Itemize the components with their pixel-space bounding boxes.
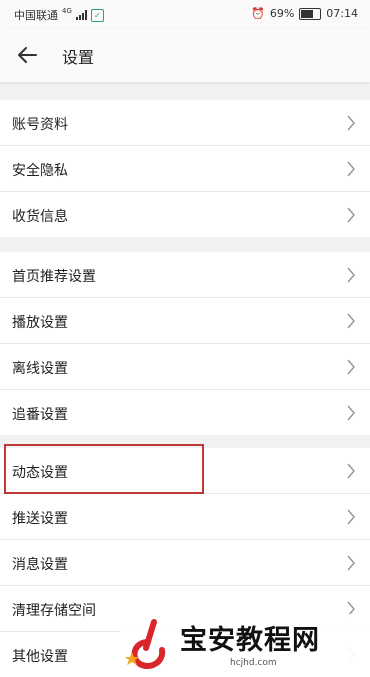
watermark: 宝安教程网 hcjhd.com: [120, 614, 370, 677]
status-right: ⏰ 69% 07:14: [251, 7, 358, 20]
settings-item-label: 追番设置: [12, 407, 68, 423]
settings-item-label: 账号资料: [12, 117, 68, 133]
settings-item-push[interactable]: 推送设置: [0, 494, 370, 540]
chevron-right-icon: [347, 161, 355, 177]
settings-item-label: 收货信息: [12, 209, 68, 225]
chevron-right-icon: [347, 405, 355, 421]
settings-item-label: 动态设置: [12, 465, 68, 481]
clock: 07:14: [326, 7, 358, 20]
settings-group-account: 账号资料 安全隐私 收货信息: [0, 100, 370, 237]
settings-item-label: 其他设置: [12, 649, 68, 665]
settings-item-label: 安全隐私: [12, 163, 68, 179]
battery-percent: 69%: [269, 7, 295, 20]
settings-item-playback[interactable]: 播放设置: [0, 298, 370, 344]
settings-item-shipping-info[interactable]: 收货信息: [0, 192, 370, 237]
alarm-icon: ⏰: [251, 7, 265, 20]
settings-item-dynamic[interactable]: 动态设置: [0, 448, 370, 494]
chevron-right-icon: [347, 267, 355, 283]
settings-item-offline[interactable]: 离线设置: [0, 344, 370, 390]
chevron-right-icon: [347, 463, 355, 479]
carrier-label: 中国联通: [14, 9, 58, 22]
signal-icon: [75, 10, 87, 20]
app-notification-icon: ✓: [90, 8, 104, 22]
arrow-left-icon: [18, 47, 37, 63]
chevron-right-icon: [347, 359, 355, 375]
settings-group-playback: 首页推荐设置 播放设置 离线设置 追番设置: [0, 252, 370, 435]
chevron-right-icon: [347, 115, 355, 131]
settings-item-label: 离线设置: [12, 361, 68, 377]
watermark-text: 宝安教程网: [180, 625, 320, 656]
status-left: 中国联通 4G ✓: [14, 7, 104, 23]
app-header: 设置: [0, 28, 370, 82]
chevron-right-icon: [347, 313, 355, 329]
settings-item-label: 推送设置: [12, 511, 68, 527]
settings-item-account-profile[interactable]: 账号资料: [0, 100, 370, 146]
chevron-right-icon: [347, 509, 355, 525]
settings-item-home-recommend[interactable]: 首页推荐设置: [0, 252, 370, 298]
battery-icon: [299, 7, 322, 20]
settings-item-label: 首页推荐设置: [12, 269, 96, 285]
settings-item-follow-series[interactable]: 追番设置: [0, 390, 370, 435]
chevron-right-icon: [347, 555, 355, 571]
back-button[interactable]: [14, 42, 42, 68]
watermark-url: hcjhd.com: [230, 658, 277, 668]
settings-item-label: 播放设置: [12, 315, 68, 331]
settings-item-label: 消息设置: [12, 557, 68, 573]
network-label: 4G: [62, 7, 72, 15]
settings-item-label: 清理存储空间: [12, 603, 96, 619]
page-title: 设置: [62, 48, 95, 67]
watermark-logo-icon: [125, 619, 166, 670]
settings-item-security-privacy[interactable]: 安全隐私: [0, 146, 370, 192]
chevron-right-icon: [347, 207, 355, 223]
settings-item-messages[interactable]: 消息设置: [0, 540, 370, 586]
status-bar: 中国联通 4G ✓ ⏰ 69% 07:14: [0, 0, 370, 28]
